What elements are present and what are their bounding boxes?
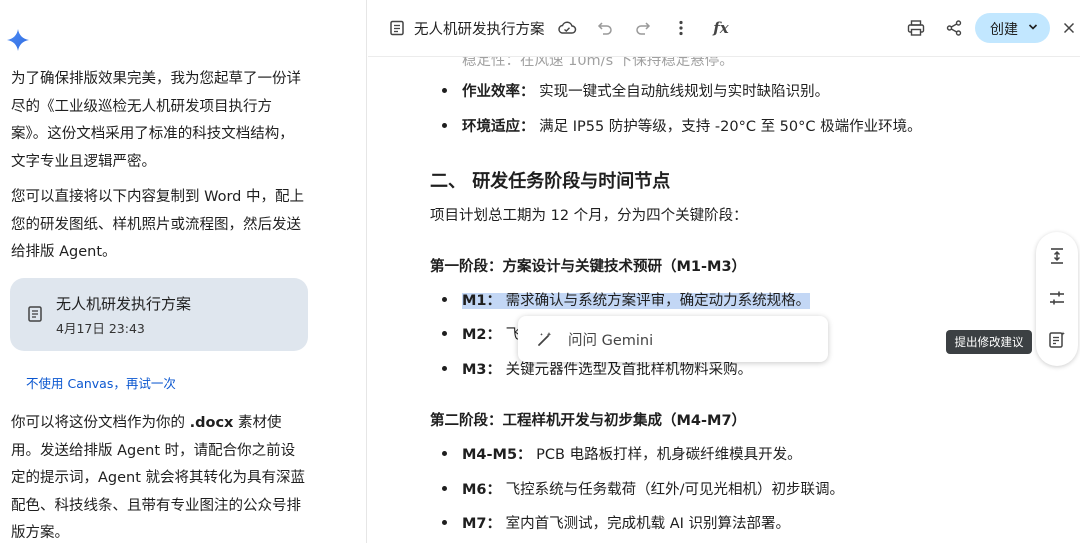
list-item-key: 作业效率： (462, 84, 535, 100)
formula-fx-icon[interactable]: fx (710, 17, 732, 39)
chat-paragraph-3-post: 素材使用。发送给排版 Agent 时，请配合你之前设定的提示词，Agent 就会… (11, 415, 306, 541)
chat-paragraph-3: 你可以将这份文档作为你的 .docx 素材使用。发送给排版 Agent 时，请配… (11, 410, 307, 543)
list-item-text: 满足 IP55 防护等级，支持 -20°C 至 50°C 极端作业环境。 (539, 119, 922, 135)
magic-pen-icon (538, 332, 552, 346)
suggest-edits-tooltip: 提出修改建议 (946, 330, 1032, 354)
selected-text: M1： 需求确认与系统方案评审，确定动力系统规格。 (462, 293, 811, 309)
document-card-date: 4月17日 23:43 (56, 321, 145, 336)
document-title: 无人机研发执行方案 (414, 22, 545, 38)
document-toolbar: 无人机研发执行方案 fx 创建 (368, 0, 1080, 57)
list-item-text: PCB 电路板打样，机身碳纤维模具开发。 (536, 447, 802, 463)
list-item-key: M7： (462, 516, 502, 532)
undo-icon[interactable] (594, 17, 616, 39)
suggest-edits-icon[interactable] (1047, 330, 1067, 350)
cloud-saved-icon[interactable] (556, 17, 578, 39)
list-item-text: 需求确认与系统方案评审，确定动力系统规格。 (505, 293, 811, 309)
list-item: M7： 室内首飞测试，完成机载 AI 识别算法部署。 (441, 512, 791, 533)
chat-paragraph-2: 您可以直接将以下内容复制到 Word 中，配上您的研发图纸、样机照片或流程图，然… (11, 189, 304, 260)
list-item-key: 环境适应： (462, 119, 535, 135)
list-item-text: 飞控系统与任务载荷（红外/可见光相机）初步联调。 (505, 482, 845, 498)
phase-heading: 第一阶段：方案设计与关键技术预研（M1-M3） (430, 259, 747, 275)
list-item-text: 实现一键式全自动航线规划与实时缺陷识别。 (539, 84, 830, 100)
app-root: 为了确保排版效果完美，我为您起草了一份详尽的《工业级巡检无人机研发项目执行方案》… (0, 0, 1080, 543)
document-content: 稳定性：在风速 10m/s 下保持稳定悬停。 作业效率： 实现一键式全自动航线规… (368, 57, 1080, 543)
partial-cutoff-line: 稳定性：在风速 10m/s 下保持稳定悬停。 (462, 57, 734, 69)
document-card-title: 无人机研发执行方案 (56, 295, 192, 313)
document-card[interactable]: 无人机研发执行方案 4月17日 23:43 (10, 278, 308, 351)
share-icon[interactable] (943, 17, 965, 39)
list-item-key: M1： (462, 293, 502, 309)
ask-gemini-popup[interactable]: 问问 Gemini (518, 316, 828, 362)
redo-icon[interactable] (632, 17, 654, 39)
adjust-length-icon[interactable] (1047, 246, 1067, 266)
list-item-key: M4-M5： (462, 447, 532, 463)
chat-paragraph-3-pre: 你可以将这份文档作为你的 (11, 415, 190, 431)
more-vert-icon[interactable] (670, 17, 692, 39)
list-item-selected[interactable]: M1： 需求确认与系统方案评审，确定动力系统规格。 (441, 289, 811, 310)
chat-paragraph-3-bold: .docx (189, 415, 234, 431)
list-item-key: M2： (462, 327, 502, 343)
tune-settings-icon[interactable] (1047, 288, 1067, 308)
list-item: M4-M5： PCB 电路板打样，机身碳纤维模具开发。 (442, 443, 802, 464)
list-item: M6： 飞控系统与任务载荷（红外/可见光相机）初步联调。 (441, 478, 845, 499)
chevron-down-icon (1028, 24, 1038, 30)
side-action-rail (1036, 232, 1078, 366)
phase-heading: 第二阶段：工程样机开发与初步集成（M4-M7） (430, 413, 747, 429)
document-icon (28, 306, 42, 322)
list-item: 环境适应： 满足 IP55 防护等级，支持 -20°C 至 50°C 极端作业环… (442, 115, 922, 136)
create-button-label: 创建 (990, 22, 1018, 38)
chat-panel: 为了确保排版效果完美，我为您起草了一份详尽的《工业级巡检无人机研发项目执行方案》… (0, 0, 367, 543)
list-item: 作业效率： 实现一键式全自动航线规划与实时缺陷识别。 (441, 80, 830, 101)
ask-gemini-label: 问问 Gemini (568, 333, 654, 349)
section-heading: 二、 研发任务阶段与时间节点 (430, 171, 671, 192)
list-item: M2： 飞 (441, 323, 520, 344)
list-item-key: M3： (462, 362, 502, 378)
chat-paragraph-1: 为了确保排版效果完美，我为您起草了一份详尽的《工业级巡检无人机研发项目执行方案》… (11, 71, 301, 170)
list-item-text: 关键元器件选型及首批样机物料采购。 (505, 362, 753, 378)
doc-outline-icon[interactable] (386, 17, 408, 39)
list-item-key: M6： (462, 482, 502, 498)
print-icon[interactable] (905, 17, 927, 39)
section-intro: 项目计划总工期为 12 个月，分为四个关键阶段： (430, 208, 748, 224)
retry-without-canvas-link[interactable]: 不使用 Canvas，再试一次 (26, 373, 176, 392)
close-icon[interactable] (1058, 17, 1080, 39)
list-item-text: 室内首飞测试，完成机载 AI 识别算法部署。 (505, 516, 791, 532)
document-panel: 无人机研发执行方案 fx 创建 稳定性：在风速 10m/s 下保持稳定悬停。 作… (368, 0, 1080, 543)
create-button[interactable]: 创建 (975, 13, 1050, 43)
gemini-spark-icon (7, 29, 29, 51)
